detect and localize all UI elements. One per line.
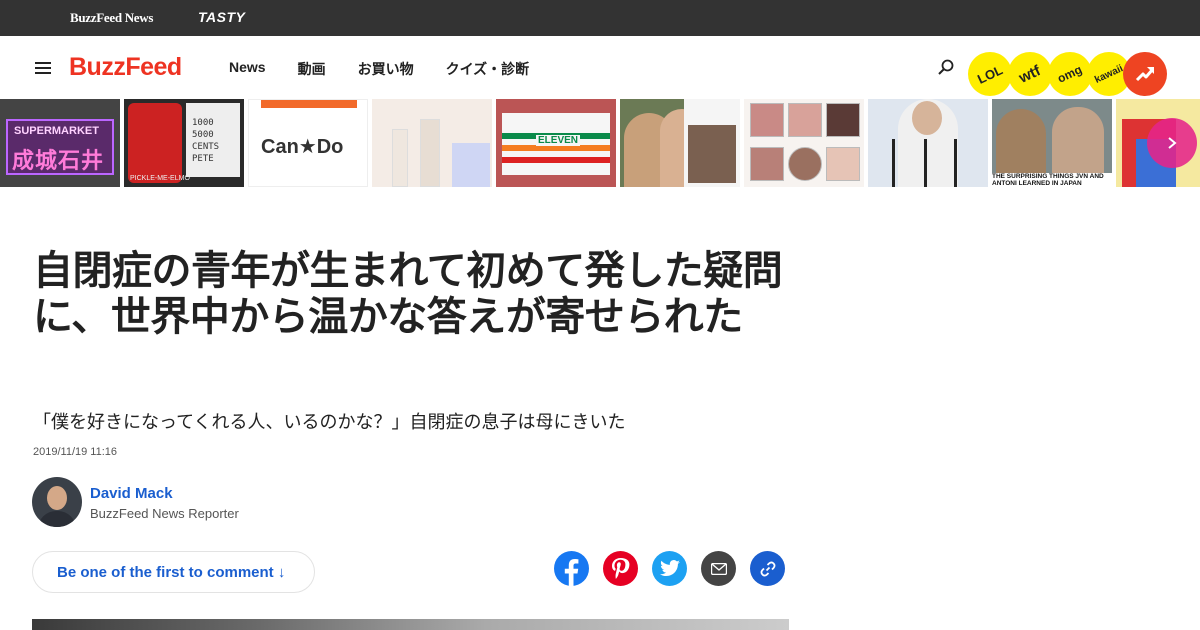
nav-link-shopping[interactable]: お買い物 — [358, 59, 414, 79]
video-caption: THE SURPRISING THINGS JVN AND ANTONI LEA… — [992, 173, 1112, 187]
facebook-share-button[interactable] — [554, 551, 589, 586]
hero-image — [32, 619, 789, 630]
omg-label: omg — [1055, 62, 1085, 86]
palette-pan — [750, 103, 784, 137]
strip-next-button[interactable] — [1147, 118, 1197, 168]
speaker-head — [912, 101, 942, 135]
nav-link-quiz[interactable]: クイズ・診断 — [446, 59, 530, 79]
nav-links: News 動画 お買い物 クイズ・診断 — [229, 59, 561, 79]
bottle — [420, 119, 440, 187]
neon-sign: SUPERMARKET 成城石井 — [6, 119, 114, 175]
tasty-link[interactable]: TASTY — [198, 9, 245, 25]
chevron-right-icon — [1168, 137, 1177, 149]
strip-tile-press[interactable] — [868, 99, 988, 187]
strip-tile-cosmetics[interactable] — [372, 99, 492, 187]
main-nav: BuzzFeed News 動画 お買い物 クイズ・診断 LOL wtf omg… — [0, 36, 1200, 99]
strip-tile-cando[interactable]: Can★Do — [248, 99, 368, 187]
trending-image-strip: SUPERMARKET 成城石井 1000 5000 CENTS PETE PI… — [0, 99, 1200, 187]
person-photo — [996, 109, 1046, 175]
pinterest-icon — [612, 558, 630, 579]
pickle-jar — [128, 103, 182, 183]
author-avatar[interactable] — [32, 477, 82, 527]
package — [452, 143, 490, 187]
author-role: BuzzFeed News Reporter — [90, 506, 239, 521]
hamburger-menu-icon[interactable] — [35, 62, 51, 74]
strip-tile-family[interactable] — [620, 99, 740, 187]
store-sign: ELEVEN — [502, 113, 610, 175]
tweet-screenshot — [684, 99, 740, 187]
email-icon — [710, 562, 727, 575]
person-photo — [1052, 107, 1104, 175]
nav-link-news[interactable]: News — [229, 59, 266, 79]
comment-button[interactable]: Be one of the first to comment ↓ — [32, 551, 315, 593]
copy-link-button[interactable] — [750, 551, 785, 586]
pickle-caption: PICKLE-ME-ELMO — [130, 175, 190, 182]
buzzfeed-logo[interactable]: BuzzFeed — [69, 53, 182, 82]
handwritten-note: 1000 5000 CENTS PETE — [186, 103, 240, 177]
video-caption-text: THE SURPRISING THINGS JVN AND ANTONI LEA… — [992, 173, 1104, 187]
author-name-link[interactable]: David Mack — [90, 485, 173, 502]
strip-tile-7eleven[interactable]: ELEVEN — [496, 99, 616, 187]
wtf-label: wtf — [1016, 61, 1044, 87]
link-icon — [760, 561, 775, 576]
top-bar: BuzzFeed News TASTY — [0, 0, 1200, 36]
neon-sign-top: SUPERMARKET — [14, 125, 99, 137]
twitter-share-button[interactable] — [652, 551, 687, 586]
microphone — [892, 139, 895, 187]
strip-tile-eyeshadow[interactable] — [744, 99, 864, 187]
facebook-icon — [564, 559, 579, 586]
microphone — [924, 139, 927, 187]
email-share-button[interactable] — [701, 551, 736, 586]
palette-pan — [826, 147, 860, 181]
bottle — [392, 129, 408, 187]
palette-pan — [788, 147, 822, 181]
article-title: 自閉症の青年が生まれて初めて発した疑問に、世界中から温かな答えが寄せられた — [33, 249, 783, 339]
cando-stripe — [261, 100, 357, 108]
microphone — [954, 139, 957, 187]
lol-badge[interactable]: LOL — [968, 52, 1012, 96]
pinterest-share-button[interactable] — [603, 551, 638, 586]
note-text: 1000 5000 CENTS PETE — [192, 118, 220, 164]
trending-arrow-icon — [1135, 67, 1155, 82]
twitter-icon — [659, 560, 680, 576]
neon-sign-main: 成城石井 — [12, 148, 105, 173]
wtf-badge[interactable]: wtf — [1008, 52, 1052, 96]
cando-logo: Can★Do — [261, 136, 344, 158]
omg-badge[interactable]: omg — [1048, 52, 1092, 96]
search-icon[interactable] — [936, 58, 956, 78]
kawaii-label: kawaii — [1093, 62, 1125, 86]
buzzfeed-news-link[interactable]: BuzzFeed News — [70, 10, 153, 26]
lol-label: LOL — [975, 61, 1005, 87]
palette-pan — [788, 103, 822, 137]
palette-pan — [750, 147, 784, 181]
publish-date: 2019/11/19 11:16 — [33, 446, 118, 458]
store-sign-text: ELEVEN — [536, 135, 581, 146]
article-subtitle: 「僕を好きになってくれる人、いるのかな？」自閉症の息子は母にきいた — [33, 412, 626, 432]
nav-link-video[interactable]: 動画 — [298, 59, 326, 79]
palette-pan — [826, 103, 860, 137]
strip-tile-supermarket[interactable]: SUPERMARKET 成城石井 — [0, 99, 120, 187]
strip-tile-jvn[interactable]: THE SURPRISING THINGS JVN AND ANTONI LEA… — [992, 99, 1112, 187]
strip-tile-pickle[interactable]: 1000 5000 CENTS PETE PICKLE-ME-ELMO — [124, 99, 244, 187]
trending-badge[interactable] — [1123, 52, 1167, 96]
